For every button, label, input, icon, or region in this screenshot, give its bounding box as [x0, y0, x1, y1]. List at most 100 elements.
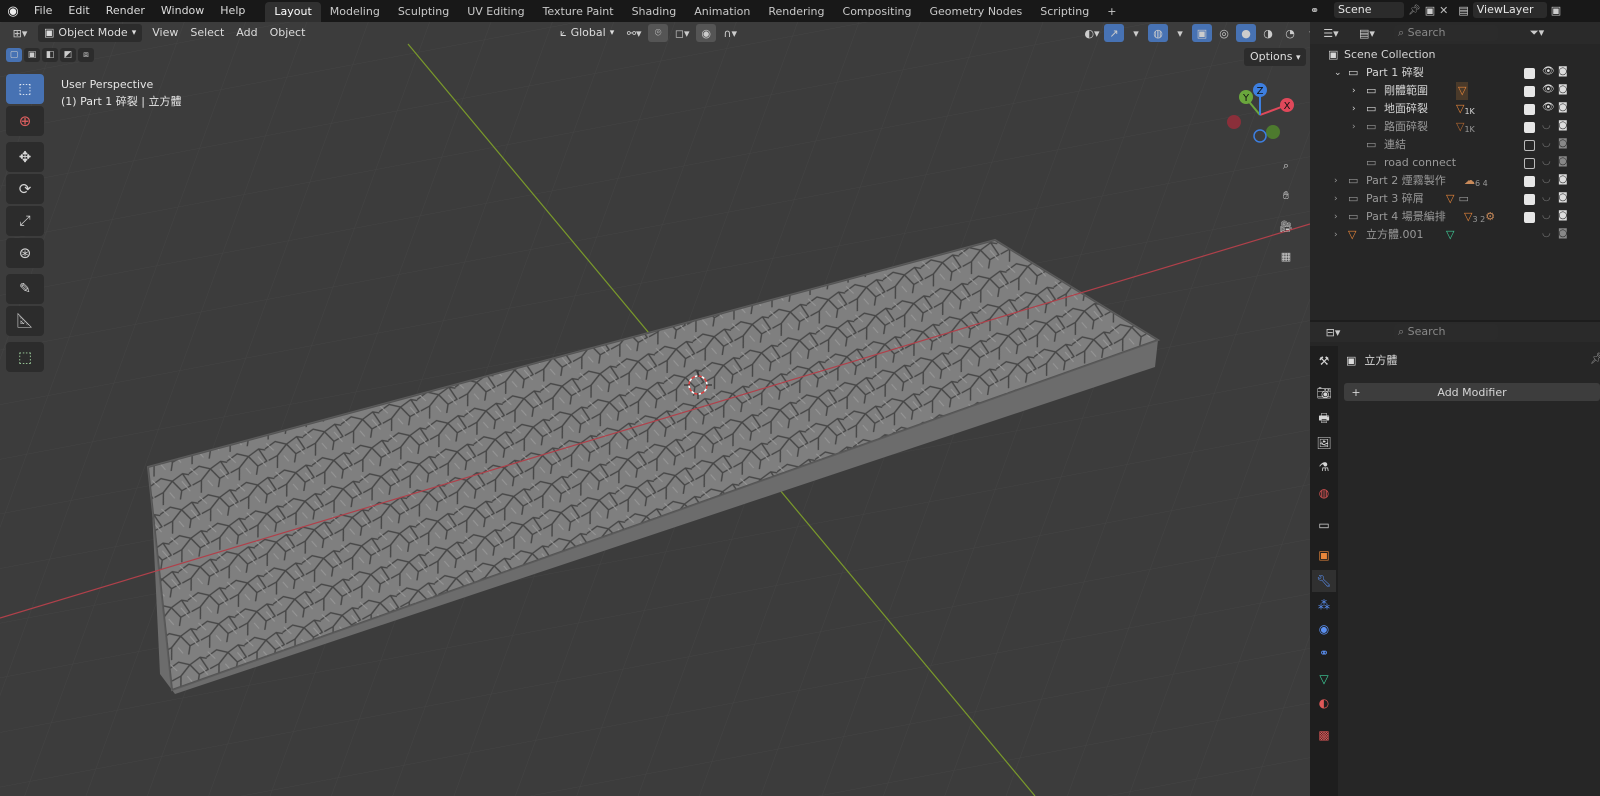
material-icon[interactable]: ◐	[1312, 692, 1336, 714]
camera-view-icon[interactable]: 🎥︎	[1274, 214, 1298, 238]
scene-name-field[interactable]: Scene	[1334, 2, 1404, 18]
particles-icon[interactable]: ⁂	[1312, 594, 1336, 616]
overlay-toggle-icon[interactable]: ◍	[1148, 24, 1168, 42]
eye-closed-icon[interactable]: ◡	[1542, 138, 1551, 149]
eye-closed-icon[interactable]: ◡	[1542, 174, 1551, 185]
delete-scene-icon[interactable]: ✕	[1439, 4, 1448, 17]
ortho-grid-icon[interactable]: ▦	[1274, 244, 1298, 268]
expand-chevron-icon[interactable]: ›	[1352, 118, 1366, 136]
view-layer-field[interactable]: ViewLayer	[1472, 2, 1547, 18]
scene-icon[interactable]: ⚭	[1310, 4, 1330, 17]
neg-z-handle[interactable]	[1253, 129, 1267, 143]
output-properties-icon[interactable]: 🖶︎	[1312, 408, 1336, 430]
expand-chevron-icon[interactable]: ›	[1334, 172, 1348, 190]
tab-sculpting[interactable]: Sculpting	[389, 2, 458, 22]
tab-layout[interactable]: Layout	[265, 1, 321, 22]
tab-rendering[interactable]: Rendering	[759, 2, 833, 22]
overlay-dropdown-icon[interactable]: ▾	[1170, 24, 1190, 42]
menu-render[interactable]: Render	[98, 0, 153, 22]
tab-modeling[interactable]: Modeling	[321, 2, 389, 22]
texture-icon[interactable]: ▩	[1312, 724, 1336, 746]
physics-icon[interactable]: ◉	[1312, 618, 1336, 640]
properties-editor-type-icon[interactable]: ⊟▾	[1318, 323, 1348, 341]
zoom-icon[interactable]: ⌕	[1274, 154, 1298, 178]
outliner-row-ground[interactable]: › ▭ 地面碎裂 ▽ 1K	[1310, 100, 1600, 118]
render-camera-icon[interactable]: ◙	[1558, 228, 1568, 239]
annotate-tool[interactable]: ✎	[6, 274, 44, 304]
pan-hand-icon[interactable]: ✋︎	[1274, 184, 1298, 208]
transform-tool[interactable]: ⊛	[6, 238, 44, 268]
outliner-row-scene-collection[interactable]: ▣ Scene Collection	[1310, 46, 1600, 64]
eye-closed-icon[interactable]: ◡	[1542, 192, 1551, 203]
tab-geometry-nodes[interactable]: Geometry Nodes	[920, 2, 1031, 22]
snap-icon[interactable]: ⌾	[648, 24, 669, 42]
menu-help[interactable]: Help	[212, 0, 253, 22]
scene-properties-icon[interactable]: ⚗︎	[1312, 456, 1336, 478]
select-extend-icon[interactable]: ▣	[24, 48, 40, 62]
constraints-icon[interactable]: ⚭	[1312, 642, 1336, 664]
tab-animation[interactable]: Animation	[685, 2, 759, 22]
proportional-edit-icon[interactable]: ◉	[696, 24, 717, 42]
pin-icon[interactable]: 📌︎	[1408, 5, 1421, 16]
editor-type-icon[interactable]: ⊞▾	[6, 24, 34, 42]
render-camera-icon[interactable]: ◙	[1558, 138, 1568, 149]
options-dropdown[interactable]: Options ▾	[1244, 48, 1307, 66]
transform-orientation-dropdown[interactable]: ⟀ Global ▾	[554, 24, 620, 42]
move-tool[interactable]: ✥	[6, 142, 44, 172]
falloff-icon[interactable]: ∩▾	[720, 24, 740, 42]
select-intersect-icon[interactable]: ⧈	[78, 48, 94, 62]
filter-icon[interactable]: ⏷▾	[1522, 24, 1552, 42]
select-invert-icon[interactable]: ◩	[60, 48, 76, 62]
eye-closed-icon[interactable]: ◡	[1542, 120, 1551, 131]
select-box-tool[interactable]: ⬚	[6, 74, 44, 104]
new-scene-icon[interactable]: ▣	[1425, 4, 1435, 17]
exclude-checkbox[interactable]	[1524, 68, 1535, 79]
add-cube-tool[interactable]: ⬚	[6, 342, 44, 372]
add-modifier-button[interactable]: + Add Modifier	[1344, 383, 1600, 401]
outliner-row-road-connect[interactable]: ▭ road connect	[1310, 154, 1600, 172]
collection-properties-icon[interactable]: ▭	[1312, 514, 1336, 536]
snap-target-icon[interactable]: ◻▾	[672, 24, 692, 42]
xray-toggle-icon[interactable]: ▣	[1192, 24, 1212, 42]
tab-scripting[interactable]: Scripting	[1031, 2, 1098, 22]
menu-view[interactable]: View	[146, 24, 184, 42]
menu-window[interactable]: Window	[153, 0, 212, 22]
exclude-checkbox[interactable]	[1524, 104, 1535, 115]
menu-object[interactable]: Object	[264, 24, 312, 42]
world-properties-icon[interactable]: ◍	[1312, 482, 1336, 504]
render-camera-icon[interactable]: ◙	[1558, 156, 1568, 167]
mode-dropdown[interactable]: ▣ Object Mode ▾	[38, 24, 143, 42]
shading-wireframe-icon[interactable]: ◎	[1214, 24, 1234, 42]
expand-chevron-icon[interactable]: ›	[1352, 100, 1366, 118]
outliner-editor-type-icon[interactable]: ☰▾	[1316, 24, 1346, 42]
eye-closed-icon[interactable]: ◡	[1542, 156, 1551, 167]
gizmo-dropdown-icon[interactable]: ▾	[1126, 24, 1146, 42]
modifier-wrench-icon[interactable]: 🔧︎	[1312, 570, 1336, 592]
cursor-tool[interactable]: ⊕	[6, 106, 44, 136]
pin-icon[interactable]: 📌︎	[1590, 352, 1600, 365]
scale-tool[interactable]: ⤢	[6, 206, 44, 236]
mesh-data-icon[interactable]: ▽	[1312, 668, 1336, 690]
visibility-icon[interactable]: ◐▾	[1082, 24, 1102, 42]
eye-icon[interactable]: 👁︎	[1542, 102, 1555, 113]
gizmo-toggle-icon[interactable]: ↗	[1104, 24, 1124, 42]
outliner-row-part1[interactable]: ⌄ ▭ Part 1 碎裂	[1310, 64, 1600, 82]
expand-chevron-icon[interactable]: ›	[1334, 208, 1348, 226]
outliner-search-input[interactable]: ⌕ Search	[1394, 25, 1498, 41]
eye-closed-icon[interactable]: ◡	[1542, 210, 1551, 221]
shading-rendered-icon[interactable]: ◔	[1280, 24, 1300, 42]
exclude-checkbox[interactable]	[1524, 86, 1535, 97]
outliner-row-link[interactable]: ▭ 連結	[1310, 136, 1600, 154]
select-subtract-icon[interactable]: ◧	[42, 48, 58, 62]
eye-icon[interactable]: 👁︎	[1542, 66, 1555, 77]
exclude-checkbox[interactable]	[1524, 140, 1535, 151]
tab-uv-editing[interactable]: UV Editing	[458, 2, 533, 22]
3d-viewport[interactable]	[0, 22, 1310, 796]
exclude-checkbox[interactable]	[1524, 122, 1535, 133]
eye-icon[interactable]: 👁︎	[1542, 84, 1555, 95]
outliner-row-cube001[interactable]: › ▽ 立方體.001 ▽	[1310, 226, 1600, 244]
menu-add[interactable]: Add	[230, 24, 263, 42]
properties-search-input[interactable]: ⌕ Search	[1394, 324, 1498, 340]
rotate-tool[interactable]: ⟳	[6, 174, 44, 204]
expand-chevron-icon[interactable]: ›	[1334, 190, 1348, 208]
